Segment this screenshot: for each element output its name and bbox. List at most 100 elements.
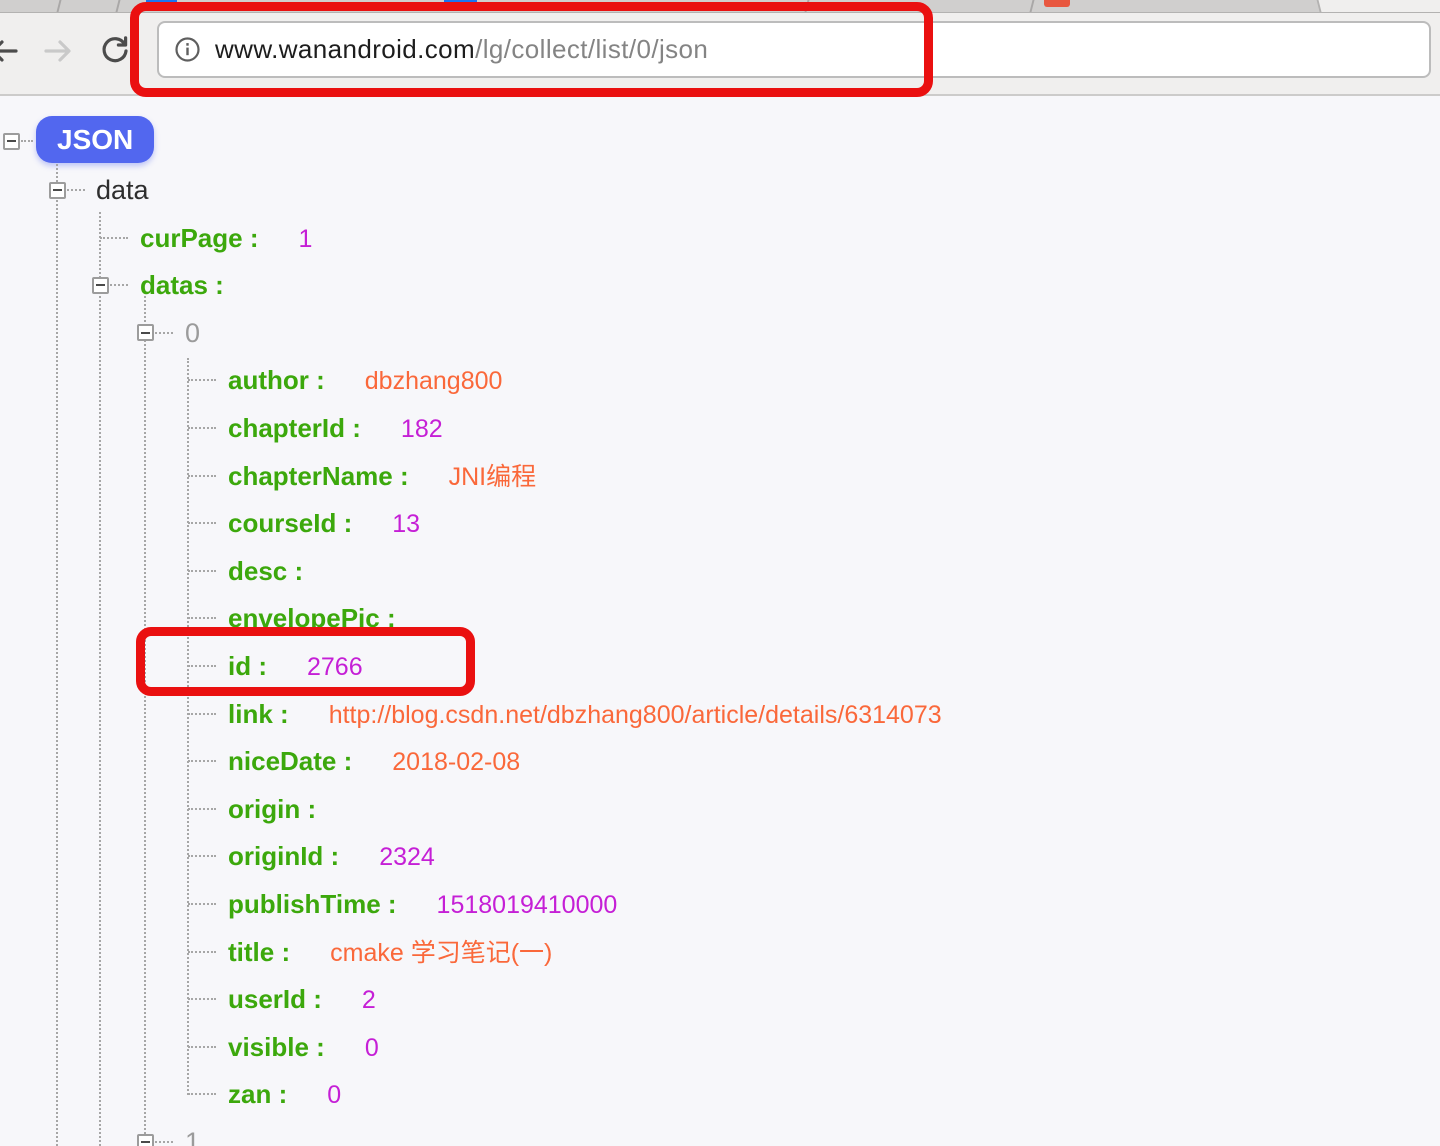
json-key: author	[228, 365, 325, 395]
tree-connector	[21, 140, 33, 142]
expander-toggle-0[interactable]	[136, 324, 154, 342]
tree-connector	[188, 998, 216, 1001]
json-node-userId: userId 2	[228, 981, 376, 1018]
reload-button[interactable]	[98, 34, 132, 68]
tab-separator	[56, 0, 62, 12]
tree-connector	[188, 712, 216, 715]
json-node-chapterName: chapterName JNI编程	[228, 458, 536, 495]
tree-connector	[155, 331, 173, 334]
tab-favicon-icon[interactable]	[1044, 0, 1070, 7]
json-node-curPage: curPage 1	[140, 220, 312, 257]
json-key: publishTime	[228, 889, 397, 919]
url-bar[interactable]: www.wanandroid.com/lg/collect/list/0/jso…	[157, 21, 1431, 78]
tree-connector	[188, 950, 216, 953]
tree-connector	[188, 903, 216, 905]
json-node-desc: desc	[228, 553, 303, 589]
json-node-courseId: courseId 13	[228, 505, 420, 542]
browser-window: www.wanandroid.com/lg/collect/list/0/jso…	[0, 0, 1440, 1146]
json-value: 2	[361, 986, 376, 1015]
json-node-link: link http://blog.csdn.net/dbzhang800/arti…	[228, 696, 942, 733]
tree-connector	[188, 427, 216, 429]
json-node-niceDate: niceDate 2018-02-08	[228, 743, 520, 780]
json-node-id: id 2766	[228, 648, 363, 685]
forward-arrow-icon	[44, 40, 71, 62]
expander-toggle-1[interactable]	[136, 1133, 154, 1146]
json-value: 13	[392, 510, 421, 539]
json-value: http://blog.csdn.net/dbzhang800/article/…	[328, 700, 942, 729]
back-arrow-icon	[0, 40, 18, 62]
url-path: /lg/collect/list/0/json	[475, 34, 709, 64]
json-value: 2018-02-08	[392, 748, 521, 777]
json-value: 0	[327, 1081, 342, 1110]
json-key: zan	[228, 1079, 287, 1109]
json-node-chapterId: chapterId 182	[228, 410, 443, 447]
json-key: userId	[228, 984, 322, 1014]
json-value: 1518019410000	[436, 891, 618, 919]
json-node-origin: origin	[228, 791, 316, 827]
tab-separator	[1029, 0, 1035, 12]
json-value: 1	[298, 224, 313, 253]
tree-connector	[188, 522, 216, 525]
json-node-envelopePic: envelopePic	[228, 600, 396, 636]
json-node-1: 1	[185, 1124, 200, 1146]
json-value: cmake 学习笔记(一)	[330, 938, 553, 967]
json-node-datas: datas	[140, 267, 224, 303]
json-key: chapterId	[228, 413, 361, 443]
json-key: envelopePic	[228, 603, 396, 633]
json-key: title	[228, 937, 290, 967]
json-key: niceDate	[228, 746, 352, 776]
tab-strip-empty-area	[1316, 0, 1440, 12]
tree-connector	[155, 1141, 173, 1143]
back-button[interactable]	[0, 34, 20, 68]
json-value: dbzhang800	[364, 367, 503, 396]
tree-connector	[188, 1093, 216, 1096]
tree-connector	[188, 474, 216, 477]
tree-guide-line	[56, 164, 58, 1146]
json-key: originId	[228, 841, 339, 871]
tab-separator	[115, 0, 121, 12]
json-key: data	[96, 175, 149, 205]
tree-connector	[188, 379, 216, 382]
tree-connector	[188, 807, 216, 810]
tree-guide-line	[99, 212, 101, 1146]
tree-guide-line	[144, 296, 146, 1146]
json-node-title: title cmake 学习笔记(一)	[228, 934, 552, 971]
site-info-icon[interactable]	[174, 36, 201, 63]
tree-connector	[188, 665, 216, 667]
tab-separator	[804, 0, 810, 12]
json-node-visible: visible 0	[228, 1029, 379, 1066]
json-node-zan: zan 0	[228, 1076, 341, 1113]
browser-toolbar: www.wanandroid.com/lg/collect/list/0/jso…	[0, 13, 1440, 96]
expander-toggle-root[interactable]	[2, 132, 20, 150]
tab-favicon-icon[interactable]	[146, 0, 177, 7]
json-key: chapterName	[228, 461, 409, 491]
json-key: desc	[228, 556, 303, 586]
expander-toggle-datas[interactable]	[91, 276, 109, 294]
json-node-data: data	[96, 172, 149, 208]
json-key: datas	[140, 270, 224, 300]
tree-connector	[188, 1045, 216, 1048]
tree-connector	[100, 236, 128, 239]
json-key: origin	[228, 794, 316, 824]
expander-toggle-data[interactable]	[48, 181, 66, 199]
json-value: 2766	[307, 653, 363, 681]
json-key: visible	[228, 1032, 325, 1062]
url-domain: www.wanandroid.com	[215, 34, 476, 64]
json-root-badge[interactable]: JSON	[36, 116, 155, 163]
reload-icon	[102, 36, 128, 63]
forward-button[interactable]	[42, 34, 76, 68]
tree-connector	[188, 569, 216, 572]
json-node-publishTime: publishTime 1518019410000	[228, 886, 617, 923]
json-key: link	[228, 699, 289, 729]
tab-favicon-icon[interactable]	[444, 0, 477, 7]
tree-connector	[67, 189, 85, 191]
json-key: curPage	[140, 223, 259, 253]
json-value: JNI编程	[448, 462, 537, 491]
tree-connector	[110, 284, 128, 287]
json-key: courseId	[228, 508, 352, 538]
json-key: 0	[185, 317, 201, 348]
json-node-author: author dbzhang800	[228, 362, 502, 399]
json-key: 1	[185, 1127, 201, 1146]
tree-connector	[188, 760, 216, 763]
tree-connector	[188, 855, 216, 858]
